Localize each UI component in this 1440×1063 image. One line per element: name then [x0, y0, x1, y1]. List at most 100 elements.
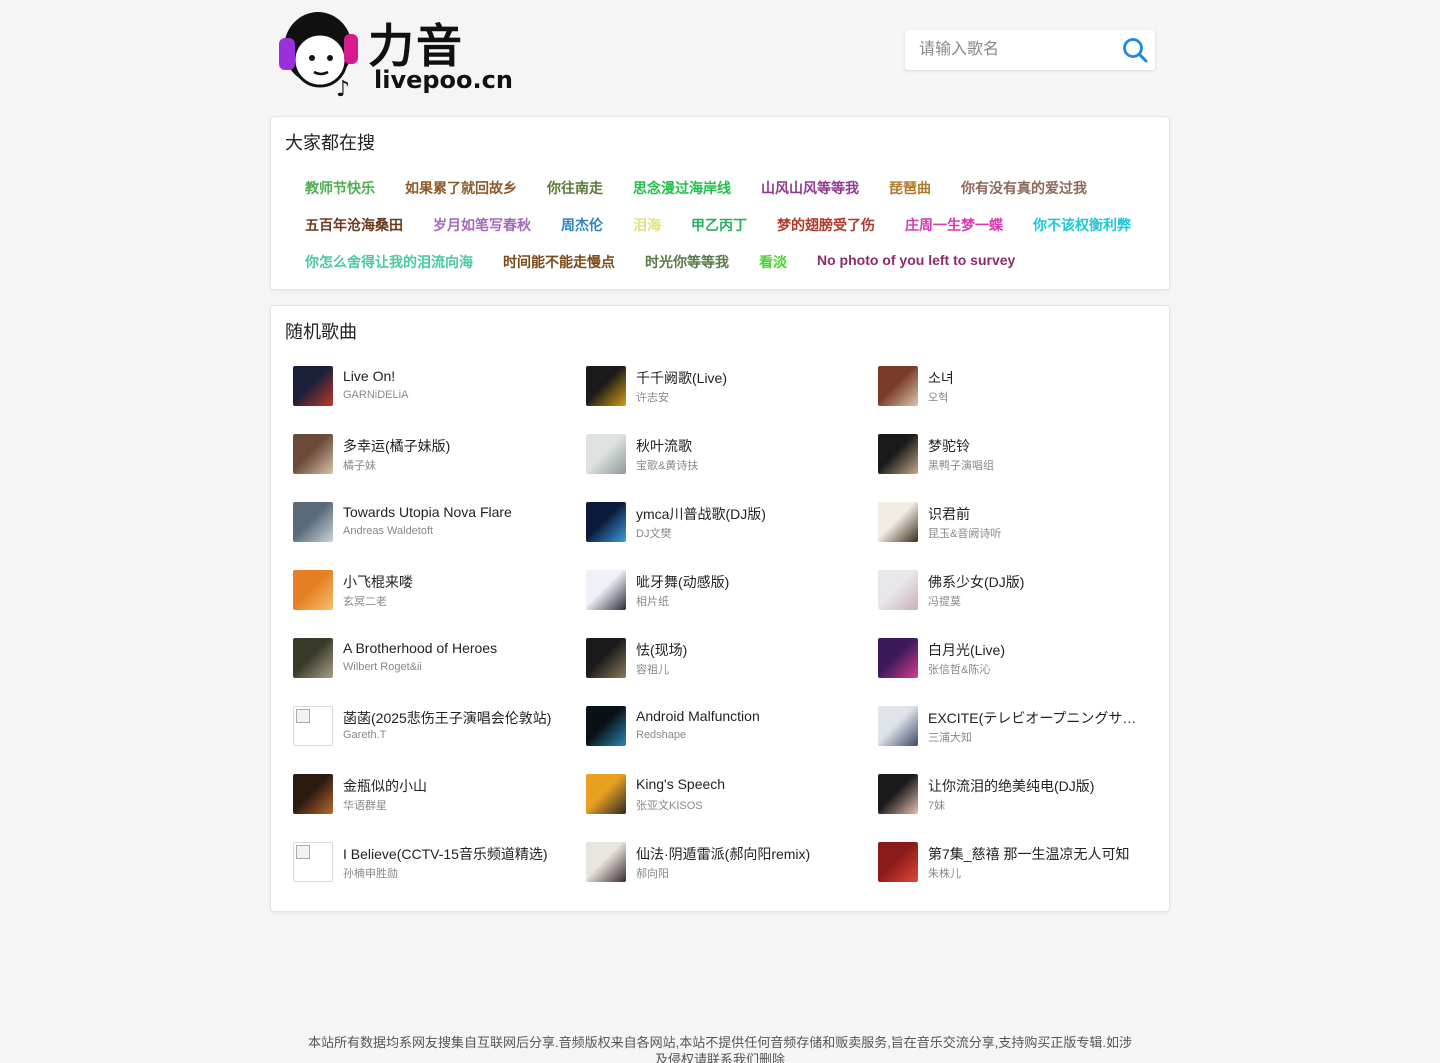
- song-item[interactable]: 白月光(Live) 张信哲&陈沁: [878, 636, 1158, 680]
- song-item[interactable]: 第7集_慈禧 那一生温凉无人可知朱株儿: [878, 840, 1158, 884]
- search-input[interactable]: [905, 30, 1115, 70]
- song-title: 白月光(Live): [928, 642, 1006, 658]
- song-item[interactable]: 仙法·阴遁雷派(郝向阳remix) 郝向阳: [586, 840, 866, 884]
- hot-search-tag[interactable]: 你有没有真的爱过我: [961, 178, 1087, 198]
- song-item[interactable]: 金瓶似的小山 华语群星: [293, 772, 573, 816]
- hot-search-tag[interactable]: No photo of you left to survey: [817, 252, 1015, 272]
- song-cover: [586, 706, 626, 746]
- song-title: 佛系少女(DJ版): [928, 574, 1025, 590]
- song-title: 怯(现场): [636, 642, 688, 658]
- song-item[interactable]: 秋叶流歌 宝歌&黄诗扶: [586, 432, 866, 476]
- song-cover: [586, 638, 626, 678]
- song-artist: 朱株儿: [928, 868, 961, 880]
- hot-search-tag[interactable]: 教师节快乐: [305, 178, 375, 198]
- hot-search-tag[interactable]: 山风山风等等我: [761, 178, 859, 198]
- hot-search-tag[interactable]: 琵琶曲: [889, 178, 931, 198]
- song-item[interactable]: EXCITE(テレビオープニングサイズ) 三浦大知: [878, 704, 1158, 748]
- song-item[interactable]: 呲牙舞(动感版) 相片纸: [586, 568, 866, 612]
- song-title: A Brotherhood of Heroes: [343, 640, 498, 656]
- song-title: 小飞棍来喽: [343, 574, 413, 590]
- hot-search-tag[interactable]: 庄周一生梦一蝶: [905, 215, 1003, 235]
- song-item[interactable]: ymca川普战歌(DJ版) DJ文樊: [586, 500, 866, 544]
- hot-search-tag[interactable]: 岁月如笔写春秋: [433, 215, 531, 235]
- hot-search-tag[interactable]: 五百年沧海桑田: [305, 215, 403, 235]
- song-artist: Redshape: [636, 729, 687, 741]
- song-title: 金瓶似的小山: [343, 778, 427, 794]
- song-cover: [878, 774, 918, 814]
- footer-disclaimer: 本站所有数据均系网友搜集自互联网后分享.音频版权来自各网站,本站不提供任何音频存…: [270, 1034, 1170, 1063]
- hot-search-tag[interactable]: 你不该权衡利弊: [1033, 215, 1131, 235]
- hot-search-tag[interactable]: 时光你等等我: [645, 252, 729, 272]
- song-item[interactable]: 菡菡(2025悲伤王子演唱会伦敦站) Gareth.T: [293, 704, 573, 748]
- hot-search-tag[interactable]: 思念漫过海岸线: [633, 178, 731, 198]
- song-artist: 容祖儿: [636, 664, 669, 676]
- random-songs-title: 随机歌曲: [285, 322, 357, 342]
- song-title: 第7集_慈禧 那一生温凉无人可知: [928, 846, 1130, 862]
- song-cover: [586, 502, 626, 542]
- site-logo[interactable]: ♪ 力音 livepoo.cn: [276, 4, 513, 102]
- song-item[interactable]: 千千阙歌(Live) 许志安: [586, 364, 866, 408]
- song-cover: [586, 842, 626, 882]
- song-item[interactable]: 让你流泪的绝美纯电(DJ版) 7妹: [878, 772, 1158, 816]
- song-item[interactable]: 소녀 오혁: [878, 364, 1158, 408]
- song-item[interactable]: Live On! GARNiDELiA: [293, 364, 573, 408]
- song-artist: 三浦大知: [928, 732, 972, 744]
- song-cover: [293, 434, 333, 474]
- song-title: ymca川普战歌(DJ版): [636, 506, 766, 522]
- song-cover: [878, 706, 918, 746]
- hot-search-tag[interactable]: 甲乙丙丁: [691, 215, 747, 235]
- song-item[interactable]: A Brotherhood of Heroes Wilbert Roget&ii: [293, 636, 573, 680]
- song-artist: 오혁: [928, 392, 949, 404]
- song-cover: [293, 706, 333, 746]
- song-item[interactable]: 怯(现场) 容祖儿: [586, 636, 866, 680]
- song-cover: [586, 774, 626, 814]
- song-cover: [293, 638, 333, 678]
- song-item[interactable]: Android Malfunction Redshape: [586, 704, 866, 748]
- hot-search-tag[interactable]: 梦的翅膀受了伤: [777, 215, 875, 235]
- song-cover: [293, 774, 333, 814]
- song-cover: [878, 366, 918, 406]
- song-item[interactable]: Towards Utopia Nova Flare Andreas Waldeto…: [293, 500, 573, 544]
- hot-search-tag[interactable]: 时间能不能走慢点: [503, 252, 615, 272]
- site-header: ♪ 力音 livepoo.cn: [270, 0, 1170, 108]
- song-title: 让你流泪的绝美纯电(DJ版): [928, 778, 1095, 794]
- hot-search-tag[interactable]: 周杰伦: [561, 215, 603, 235]
- hot-tags-row-3: 你怎么舍得让我的泪流向海 时间能不能走慢点 时光你等等我 看淡 No photo of …: [305, 252, 1045, 272]
- song-artist: 玄冥二老: [343, 596, 387, 608]
- song-item[interactable]: I Believe(CCTV-15音乐频道精选) 孙楠申胜勋: [293, 840, 573, 884]
- hot-tags-row-1: 教师节快乐 如果累了就回故乡 你往南走 思念漫过海岸线 山风山风等等我 琵琶曲 你有没有真的…: [305, 178, 1117, 198]
- search-button[interactable]: [1121, 36, 1149, 64]
- song-title: 识君前: [928, 506, 970, 522]
- hot-searches-panel: 大家都在搜 教师节快乐 如果累了就回故乡 你往南走 思念漫过海岸线 山风山风等等我 琵琶曲…: [270, 116, 1170, 290]
- song-artist: 张信哲&陈沁: [928, 664, 991, 676]
- song-item[interactable]: 梦驼铃 黑鸭子演唱组: [878, 432, 1158, 476]
- hot-search-tag[interactable]: 如果累了就回故乡: [405, 178, 517, 198]
- song-cover: [878, 638, 918, 678]
- song-item[interactable]: 多幸运(橘子妹版) 橘子妹: [293, 432, 573, 476]
- logo-headphones-icon: ♪: [279, 12, 358, 102]
- song-artist: 许志安: [636, 392, 669, 404]
- hot-search-tag[interactable]: 你往南走: [547, 178, 603, 198]
- song-artist: Wilbert Roget&ii: [343, 661, 422, 673]
- song-artist: Andreas Waldetoft: [343, 525, 434, 537]
- song-cover: [293, 570, 333, 610]
- song-title: 秋叶流歌: [636, 438, 692, 454]
- song-item[interactable]: 识君前 昆玉&音阙诗听: [878, 500, 1158, 544]
- song-title: 仙法·阴遁雷派(郝向阳remix): [636, 846, 811, 862]
- song-title: King's Speech: [636, 776, 726, 792]
- song-cover: [293, 842, 333, 882]
- song-artist: 橘子妹: [343, 460, 376, 472]
- song-item[interactable]: 小飞棍来喽 玄冥二老: [293, 568, 573, 612]
- hot-search-tag[interactable]: 你怎么舍得让我的泪流向海: [305, 252, 473, 272]
- hot-search-tag[interactable]: 看淡: [759, 252, 787, 272]
- song-cover: [586, 434, 626, 474]
- song-title: 菡菡(2025悲伤王子演唱会伦敦站): [343, 710, 552, 726]
- song-item[interactable]: King's Speech 张亚文KISOS: [586, 772, 866, 816]
- song-item[interactable]: 佛系少女(DJ版) 冯提莫: [878, 568, 1158, 612]
- song-artist: 黑鸭子演唱组: [928, 460, 994, 472]
- song-artist: DJ文樊: [636, 528, 672, 540]
- hot-search-tag[interactable]: 泪海: [633, 215, 661, 235]
- brand-domain: livepoo.cn: [374, 66, 513, 94]
- song-title: Android Malfunction: [636, 708, 760, 724]
- song-title: Live On!: [343, 368, 396, 384]
